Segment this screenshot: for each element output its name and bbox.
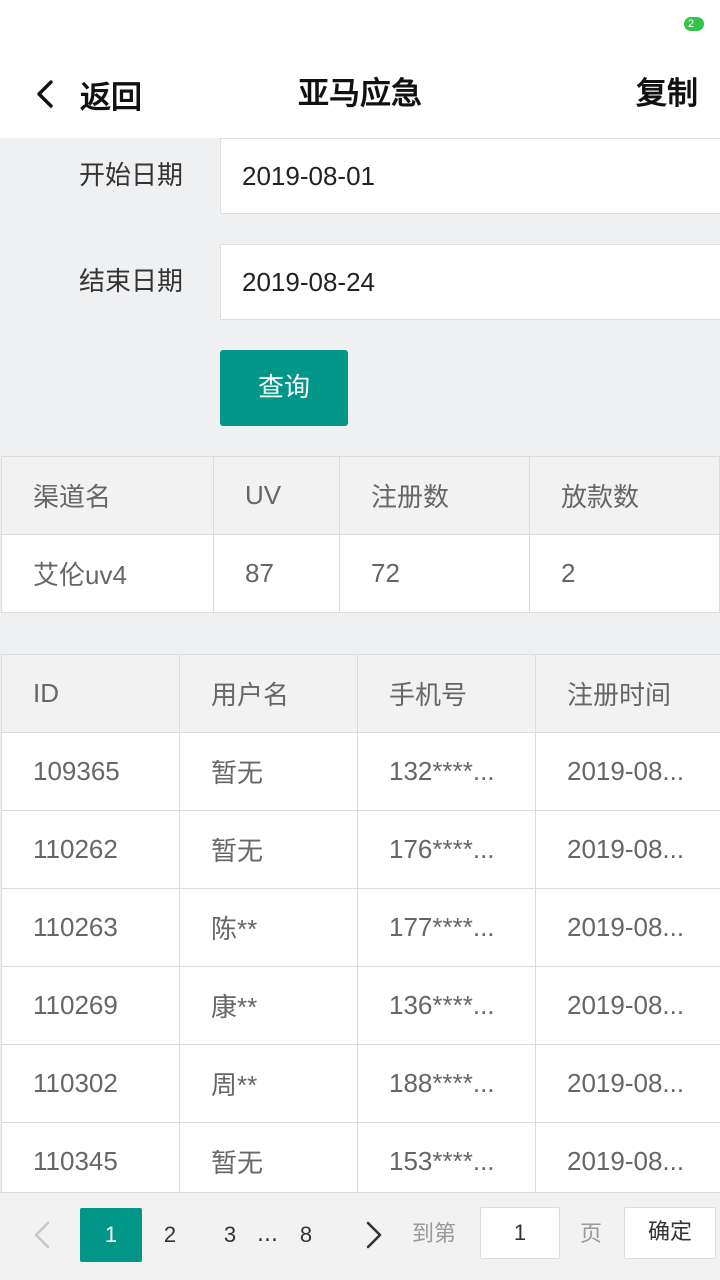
summary-cell: 艾伦uv4: [1, 534, 214, 613]
table-cell: 110345: [1, 1122, 180, 1192]
detail-table: ID 用户名 手机号 注册时间 109365 暂无 132****... 201…: [1, 654, 720, 1192]
table-cell: 136****...: [357, 966, 536, 1045]
summary-table: 渠道名 UV 注册数 放款数 艾伦uv4 87 72 2: [1, 456, 720, 613]
query-button[interactable]: 查询: [220, 350, 348, 426]
page-button-2[interactable]: 2: [150, 1208, 190, 1262]
table-cell: 2019-08...: [535, 1122, 720, 1192]
table-cell: 110263: [1, 888, 180, 967]
summary-cell: 72: [339, 534, 530, 613]
goto-page-input[interactable]: 1: [480, 1207, 560, 1259]
table-row[interactable]: 110262 暂无 176****... 2019-08...: [1, 810, 720, 889]
table-cell: 176****...: [357, 810, 536, 889]
notification-badge: 2: [684, 17, 704, 31]
table-row[interactable]: 110263 陈** 177****... 2019-08...: [1, 888, 720, 967]
table-row[interactable]: 110345 暂无 153****... 2019-08...: [1, 1122, 720, 1192]
table-cell: 2019-08...: [535, 732, 720, 811]
page-ellipsis: ...: [257, 1222, 278, 1247]
table-row[interactable]: 109365 暂无 132****... 2019-08...: [1, 732, 720, 811]
table-cell: 2019-08...: [535, 966, 720, 1045]
table-cell: 110269: [1, 966, 180, 1045]
end-date-row: 结束日期 2019-08-24: [0, 244, 720, 320]
page-button-1[interactable]: 1: [80, 1208, 142, 1262]
pagination: 1 2 3 ... 8 到第 1 页 确定: [0, 1192, 720, 1280]
detail-table-scroll[interactable]: ID 用户名 手机号 注册时间 109365 暂无 132****... 201…: [1, 654, 720, 1192]
table-cell: 2019-08...: [535, 888, 720, 967]
table-cell: 暂无: [179, 810, 358, 889]
table-cell: 康**: [179, 966, 358, 1045]
detail-header-row: ID 用户名 手机号 注册时间: [1, 654, 720, 733]
summary-cell: 2: [529, 534, 720, 613]
copy-button[interactable]: 复制: [636, 72, 698, 116]
page-button-last[interactable]: 8: [286, 1208, 326, 1262]
table-cell: 周**: [179, 1044, 358, 1123]
app-header: 返回 亚马应急 复制: [0, 50, 720, 138]
start-date-input[interactable]: 2019-08-01: [220, 138, 720, 214]
start-date-label: 开始日期: [79, 161, 184, 191]
table-cell: 2019-08...: [535, 810, 720, 889]
chevron-right-icon[interactable]: [358, 1215, 390, 1255]
detail-header-cell: ID: [1, 654, 180, 733]
end-date-input[interactable]: 2019-08-24: [220, 244, 720, 320]
table-cell: 110302: [1, 1044, 180, 1123]
summary-header-cell: 渠道名: [1, 456, 214, 535]
summary-row: 艾伦uv4 87 72 2: [1, 534, 720, 613]
table-cell: 暂无: [179, 732, 358, 811]
detail-header-cell: 手机号: [357, 654, 536, 733]
status-bar: 2: [0, 0, 720, 50]
summary-header-cell: 放款数: [529, 456, 720, 535]
page-unit-label: 页: [580, 1222, 603, 1247]
summary-header-row: 渠道名 UV 注册数 放款数: [1, 456, 720, 535]
summary-header-cell: 注册数: [339, 456, 530, 535]
page-title: 亚马应急: [298, 76, 422, 112]
table-cell: 177****...: [357, 888, 536, 967]
table-cell: 153****...: [357, 1122, 536, 1192]
summary-header-cell: UV: [213, 456, 340, 535]
end-date-label: 结束日期: [79, 267, 184, 297]
table-cell: 陈**: [179, 888, 358, 967]
table-cell: 188****...: [357, 1044, 536, 1123]
summary-cell: 87: [213, 534, 340, 613]
goto-label: 到第: [412, 1222, 457, 1247]
table-row[interactable]: 110302 周** 188****... 2019-08...: [1, 1044, 720, 1123]
detail-header-cell: 注册时间: [535, 654, 720, 733]
table-cell: 暂无: [179, 1122, 358, 1192]
table-cell: 2019-08...: [535, 1044, 720, 1123]
table-row[interactable]: 110269 康** 136****... 2019-08...: [1, 966, 720, 1045]
table-cell: 109365: [1, 732, 180, 811]
chevron-left-icon[interactable]: [26, 1215, 58, 1255]
start-date-row: 开始日期 2019-08-01: [0, 138, 720, 214]
confirm-button[interactable]: 确定: [624, 1207, 716, 1259]
table-cell: 132****...: [357, 732, 536, 811]
page-button-3[interactable]: 3: [210, 1208, 250, 1262]
detail-header-cell: 用户名: [179, 654, 358, 733]
table-cell: 110262: [1, 810, 180, 889]
